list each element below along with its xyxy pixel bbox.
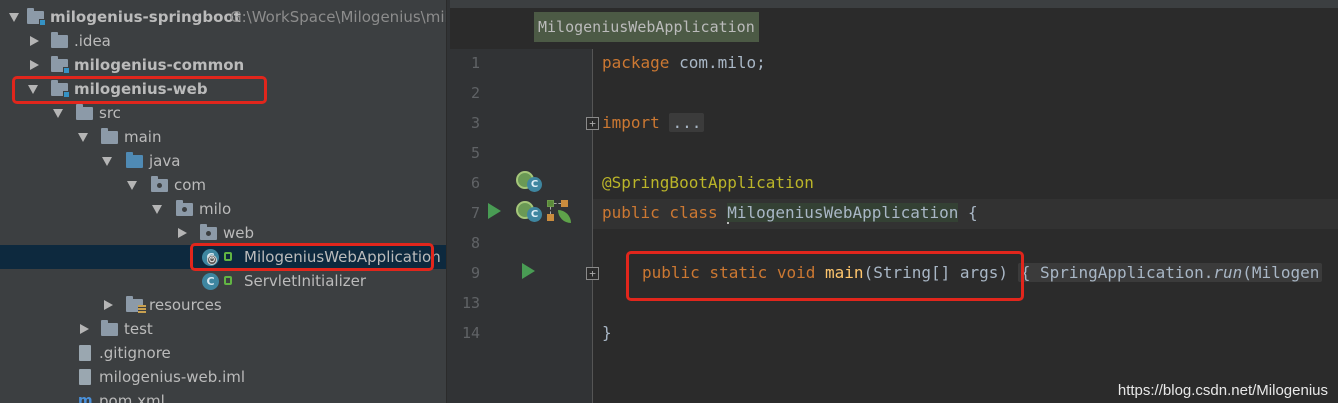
expand-arrow-icon[interactable] [104,300,113,310]
tree-item-label: .gitignore [99,344,171,362]
package-icon [176,200,193,216]
expand-arrow-icon[interactable] [53,109,63,118]
spring-bean-icon[interactable]: C [516,201,542,223]
tree-item-idea[interactable]: .idea [0,29,446,53]
editor-tab-strip [450,0,1338,8]
expand-arrow-icon[interactable] [127,181,137,190]
line-number: 1 [470,54,480,72]
tree-item-label: src [99,104,121,122]
expand-arrow-icon[interactable] [9,13,19,22]
tree-item-label: web [223,224,255,242]
expand-arrow-icon[interactable] [80,324,89,334]
spring-bean-icon[interactable]: C [516,171,542,193]
tree-item-root[interactable]: milogenius-springboot G:\WorkSpace\Milog… [0,5,446,29]
class-icon: C [202,273,219,290]
maven-icon: m [78,393,93,403]
tree-item-label: milogenius-springboot [50,8,241,26]
expand-arrow-icon[interactable] [30,36,39,46]
tree-item-java[interactable]: java [0,149,446,173]
module-folder-icon [51,80,70,98]
folder-icon [101,320,118,336]
line-number: 14 [461,324,480,342]
project-tree-panel: milogenius-springboot G:\WorkSpace\Milog… [0,0,446,403]
tree-item-pom[interactable]: m pom.xml [0,389,446,403]
tree-item-milogenius-web[interactable]: milogenius-web [0,77,446,101]
fold-expand-icon[interactable]: + [586,267,599,280]
expand-arrow-icon[interactable] [78,133,88,142]
tree-item-label: java [149,152,181,170]
tree-item-label: com [174,176,207,194]
tree-item-label: ServletInitializer [244,272,367,290]
line-number: 7 [470,204,480,222]
collapsed-imports[interactable]: ... [669,113,705,132]
line-number: 5 [470,144,480,162]
tree-item-milogenius-common[interactable]: milogenius-common [0,53,446,77]
tree-item-iml[interactable]: milogenius-web.iml [0,365,446,389]
tree-item-main[interactable]: main [0,125,446,149]
line-number: 3 [470,114,480,132]
folder-icon [76,104,93,120]
watermark: https://blog.csdn.net/Milogenius [1117,382,1328,399]
tree-item-label: MilogeniusWebApplication [244,248,441,266]
tree-item-com[interactable]: com [0,173,446,197]
module-folder-icon [27,8,46,26]
tree-item-label: milogenius-common [74,56,245,74]
expand-arrow-icon[interactable] [178,228,187,238]
code-line-13: } [602,323,612,342]
code-line-7: public class MilogeniusWebApplication { [602,203,978,224]
tree-item-gitignore[interactable]: .gitignore [0,341,446,365]
tree-item-label: milogenius-web [74,80,208,98]
tree-item-src[interactable]: src [0,101,446,125]
line-number: 9 [470,264,480,282]
lock-icon [224,252,232,261]
tree-item-label: test [124,320,153,338]
package-icon [200,224,217,240]
tree-item-milogenius-web-application[interactable]: C⏻ MilogeniusWebApplication [0,245,446,269]
module-file-icon [79,369,91,385]
spring-boot-diagram-icon[interactable] [545,198,573,224]
tree-item-resources[interactable]: resources [0,293,446,317]
line-number: 13 [461,294,480,312]
code-line-9: public static void main(String[] args) {… [642,263,1323,282]
tree-item-label: milo [199,200,232,218]
code-line-1: package com.milo; [602,53,766,72]
line-number: 6 [470,174,480,192]
code-editor[interactable]: MilogeniusWebApplication 1 2 3 5 6 7 8 9… [450,0,1338,403]
gutter-divider [592,49,593,403]
lock-icon [224,276,232,285]
tree-item-web[interactable]: web [0,221,446,245]
folder-icon [101,128,118,144]
code-line-6: @SpringBootApplication [602,173,814,192]
spring-boot-class-icon: C⏻ [202,249,219,266]
folder-icon [51,32,68,48]
line-number: 8 [470,234,480,252]
run-icon[interactable] [488,203,501,219]
tree-item-path: G:\WorkSpace\Milogenius\mil [230,8,446,26]
editor-gutter [450,49,592,403]
expand-arrow-icon[interactable] [28,85,38,94]
fold-expand-icon[interactable]: + [586,117,599,130]
tree-item-label: milogenius-web.iml [99,368,246,386]
run-icon[interactable] [522,263,535,279]
tree-item-test[interactable]: test [0,317,446,341]
collapsed-method-body[interactable]: { SpringApplication.run(Milogen [1017,263,1323,282]
file-icon [79,345,91,361]
tree-item-label: .idea [74,32,111,50]
breadcrumb[interactable]: MilogeniusWebApplication [534,12,759,42]
expand-arrow-icon[interactable] [102,157,112,166]
tree-item-milo[interactable]: milo [0,197,446,221]
expand-arrow-icon[interactable] [30,60,39,70]
tree-item-servlet-initializer[interactable]: C ServletInitializer [0,269,446,293]
package-icon [151,176,168,192]
module-folder-icon [51,56,70,74]
source-folder-icon [126,152,143,168]
tree-item-label: resources [149,296,222,314]
tree-item-label: pom.xml [99,392,165,403]
resources-folder-icon [126,296,146,313]
code-line-3: import ... [602,113,705,132]
expand-arrow-icon[interactable] [152,205,162,214]
tree-item-label: main [124,128,162,146]
line-number: 2 [470,84,480,102]
